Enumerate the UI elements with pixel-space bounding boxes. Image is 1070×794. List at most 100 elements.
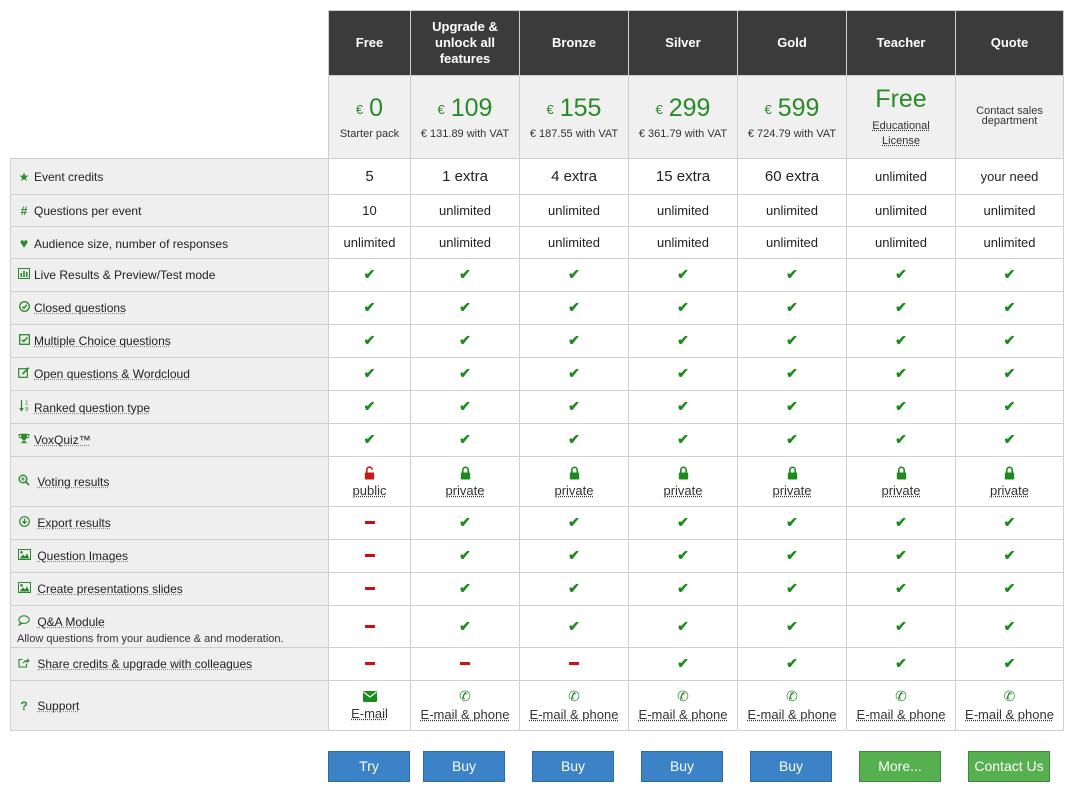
- feature-audience: ♥ Audience size, number of responses: [10, 226, 329, 259]
- support-email-phone: ✆ E-mail & phone: [628, 680, 738, 731]
- check-icon: ✔: [568, 266, 580, 282]
- buy-bronze-button[interactable]: Buy: [532, 751, 614, 782]
- included-cell: ✔: [628, 506, 738, 540]
- plan-header-row: Free Upgrade & unlock all features Bronz…: [10, 10, 1064, 76]
- support-value[interactable]: E-mail & phone: [530, 707, 619, 722]
- voting-value[interactable]: private: [554, 483, 593, 498]
- included-cell: ✔: [628, 647, 738, 681]
- included-cell: ✔: [846, 605, 956, 648]
- check-icon: ✔: [786, 617, 798, 634]
- support-value[interactable]: E-mail & phone: [421, 707, 510, 722]
- included-cell: ✔: [737, 506, 847, 540]
- check-icon: ✔: [895, 514, 907, 530]
- included-cell: ✔: [955, 423, 1064, 457]
- table-row: VoxQuiz™ ✔ ✔ ✔ ✔ ✔ ✔ ✔: [10, 423, 1064, 457]
- buy-gold-button[interactable]: Buy: [750, 751, 832, 782]
- feature-share-credits: Share credits & upgrade with colleagues: [10, 647, 329, 681]
- check-icon: ✔: [677, 365, 689, 381]
- check-square-icon: [17, 334, 31, 348]
- buy-upgrade-button[interactable]: Buy: [423, 751, 505, 782]
- check-icon: ✔: [677, 547, 689, 563]
- voting-value[interactable]: private: [772, 483, 811, 498]
- feature-label[interactable]: Share credits & upgrade with colleagues: [37, 657, 252, 671]
- price-silver: €299 € 361.79 with VAT: [628, 75, 738, 159]
- price-upgrade-amount: €109: [411, 94, 519, 122]
- check-icon: ✔: [786, 547, 798, 563]
- feature-label[interactable]: Ranked question type: [34, 401, 150, 415]
- included-cell: ✔: [519, 357, 629, 391]
- currency-symbol: €: [437, 102, 445, 117]
- support-value[interactable]: E-mail & phone: [639, 707, 728, 722]
- feature-event-credits: ★ Event credits: [10, 158, 329, 195]
- check-icon: ✔: [459, 514, 471, 530]
- feature-label[interactable]: Q&A Module: [37, 615, 104, 629]
- table-row: Closed questions ✔ ✔ ✔ ✔ ✔ ✔ ✔: [10, 291, 1064, 325]
- feature-open-questions: Open questions & Wordcloud: [10, 357, 329, 391]
- voting-value[interactable]: private: [663, 483, 702, 498]
- feature-label[interactable]: VoxQuiz™: [34, 433, 91, 447]
- feature-label[interactable]: Voting results: [37, 475, 109, 489]
- check-icon: ✔: [568, 365, 580, 381]
- star-icon: ★: [18, 169, 30, 184]
- feature-label[interactable]: Create presentations slides: [37, 582, 182, 596]
- feature-live-results: Live Results & Preview/Test mode: [10, 258, 329, 292]
- included-cell: ✔: [328, 324, 411, 358]
- price-teacher-sub[interactable]: Educational License: [866, 119, 936, 149]
- feature-voxquiz: VoxQuiz™: [10, 423, 329, 457]
- table-row: Q&A Module Allow questions from your audi…: [10, 605, 1064, 648]
- table-row: Export results ✔ ✔ ✔ ✔ ✔ ✔: [10, 506, 1064, 540]
- feature-label[interactable]: Question Images: [37, 549, 128, 563]
- check-icon: ✔: [363, 365, 376, 381]
- check-icon: ✔: [786, 299, 798, 315]
- try-button[interactable]: Try: [328, 751, 410, 782]
- price-value: 155: [559, 94, 602, 122]
- buy-silver-button[interactable]: Buy: [641, 751, 723, 782]
- check-icon: ✔: [459, 398, 471, 414]
- included-cell: ✔: [328, 291, 411, 325]
- lock-icon: [896, 466, 906, 479]
- support-value[interactable]: E-mail & phone: [965, 707, 1054, 722]
- support-value[interactable]: E-mail & phone: [748, 707, 837, 722]
- check-icon: ✔: [677, 398, 689, 414]
- value-cell: unlimited: [846, 226, 956, 259]
- phone-icon: ✆: [568, 688, 580, 704]
- voting-value[interactable]: private: [445, 483, 484, 498]
- feature-label[interactable]: Support: [37, 699, 79, 713]
- included-cell: ✔: [846, 506, 956, 540]
- voting-private: private: [737, 456, 847, 507]
- check-icon: ✔: [568, 514, 580, 530]
- included-cell: ✔: [737, 324, 847, 358]
- included-cell: ✔: [628, 390, 738, 424]
- check-icon: ✔: [1003, 398, 1016, 414]
- check-icon: ✔: [677, 332, 689, 348]
- price-free-sub: Starter pack: [339, 128, 400, 140]
- voting-value[interactable]: private: [881, 483, 920, 498]
- check-icon: ✔: [677, 299, 689, 315]
- more-button[interactable]: More...: [859, 751, 941, 782]
- support-value[interactable]: E-mail: [351, 706, 388, 721]
- value-cell: 60 extra: [737, 158, 847, 195]
- included-cell: ✔: [410, 539, 520, 573]
- support-value[interactable]: E-mail & phone: [857, 707, 946, 722]
- included-cell: ✔: [846, 539, 956, 573]
- value-cell: unlimited: [955, 194, 1064, 227]
- check-icon: ✔: [677, 266, 689, 282]
- check-icon: ✔: [568, 547, 580, 563]
- check-icon: ✔: [786, 266, 798, 282]
- feature-label[interactable]: Multiple Choice questions: [34, 334, 171, 348]
- check-icon: ✔: [895, 266, 907, 282]
- voting-value[interactable]: private: [990, 483, 1029, 498]
- included-cell: ✔: [410, 324, 520, 358]
- contact-us-button[interactable]: Contact Us: [968, 751, 1050, 782]
- included-cell: ✔: [846, 357, 956, 391]
- included-cell: ✔: [628, 324, 738, 358]
- included-cell: ✔: [328, 258, 411, 292]
- included-cell: ✔: [519, 291, 629, 325]
- feature-label[interactable]: Closed questions: [34, 301, 126, 315]
- heart-icon: ♥: [19, 234, 29, 251]
- voting-value[interactable]: public: [353, 483, 387, 498]
- check-icon: ✔: [895, 547, 907, 563]
- check-icon: ✔: [363, 266, 376, 282]
- feature-label[interactable]: Open questions & Wordcloud: [34, 367, 190, 381]
- feature-label[interactable]: Export results: [37, 516, 110, 530]
